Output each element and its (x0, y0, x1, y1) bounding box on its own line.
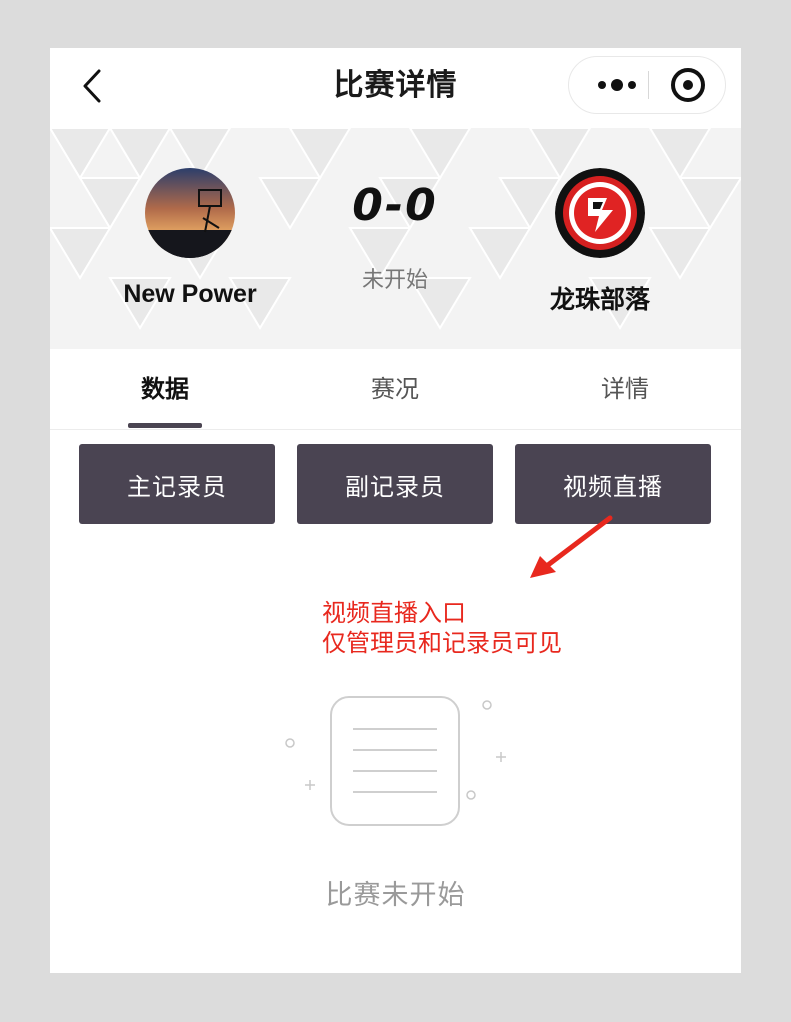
primary-recorder-button[interactable]: 主记录员 (79, 444, 275, 524)
match-score: 0-0 (352, 180, 438, 231)
capsule-divider (648, 71, 649, 99)
home-team-name: New Power (123, 280, 257, 308)
empty-state-text: 比赛未开始 (325, 880, 466, 911)
tab-active-indicator (128, 423, 202, 428)
home-team[interactable]: New Power (90, 168, 290, 309)
tab-details[interactable]: 详情 (510, 349, 740, 429)
match-header: New Power 0-0 未开始 龙珠部落 (50, 128, 741, 349)
video-entry-annotation: 视频直播入口 仅管理员和记录员可见 (322, 598, 562, 658)
close-button[interactable] (671, 68, 705, 102)
target-icon (683, 80, 693, 90)
away-team-name: 龙珠部落 (549, 285, 650, 314)
tab-live-status[interactable]: 赛况 (280, 349, 510, 429)
away-team-avatar (555, 168, 645, 258)
annotation-line-1: 视频直播入口 (322, 599, 466, 627)
home-team-avatar (145, 168, 235, 258)
match-status: 未开始 (361, 268, 428, 293)
home-team-logo (145, 168, 235, 258)
tab-bar: 数据 赛况 详情 (50, 349, 741, 430)
annotation-arrow-icon (530, 515, 613, 578)
more-dots-icon (598, 81, 606, 89)
away-team[interactable]: 龙珠部落 (500, 168, 700, 316)
secondary-recorder-button[interactable]: 副记录员 (297, 444, 493, 524)
away-team-logo (555, 168, 645, 258)
mini-program-capsule (568, 56, 726, 114)
more-button[interactable] (587, 57, 647, 113)
navigation-bar: 比赛详情 (50, 48, 741, 128)
tab-data[interactable]: 数据 (50, 349, 280, 429)
phone-screen: 比赛详情 New Power 0-0 未开始 龙珠部落 数据 赛况 详情 主记录… (50, 48, 741, 973)
document-icon (285, 696, 506, 826)
annotation-line-2: 仅管理员和记录员可见 (322, 629, 562, 657)
